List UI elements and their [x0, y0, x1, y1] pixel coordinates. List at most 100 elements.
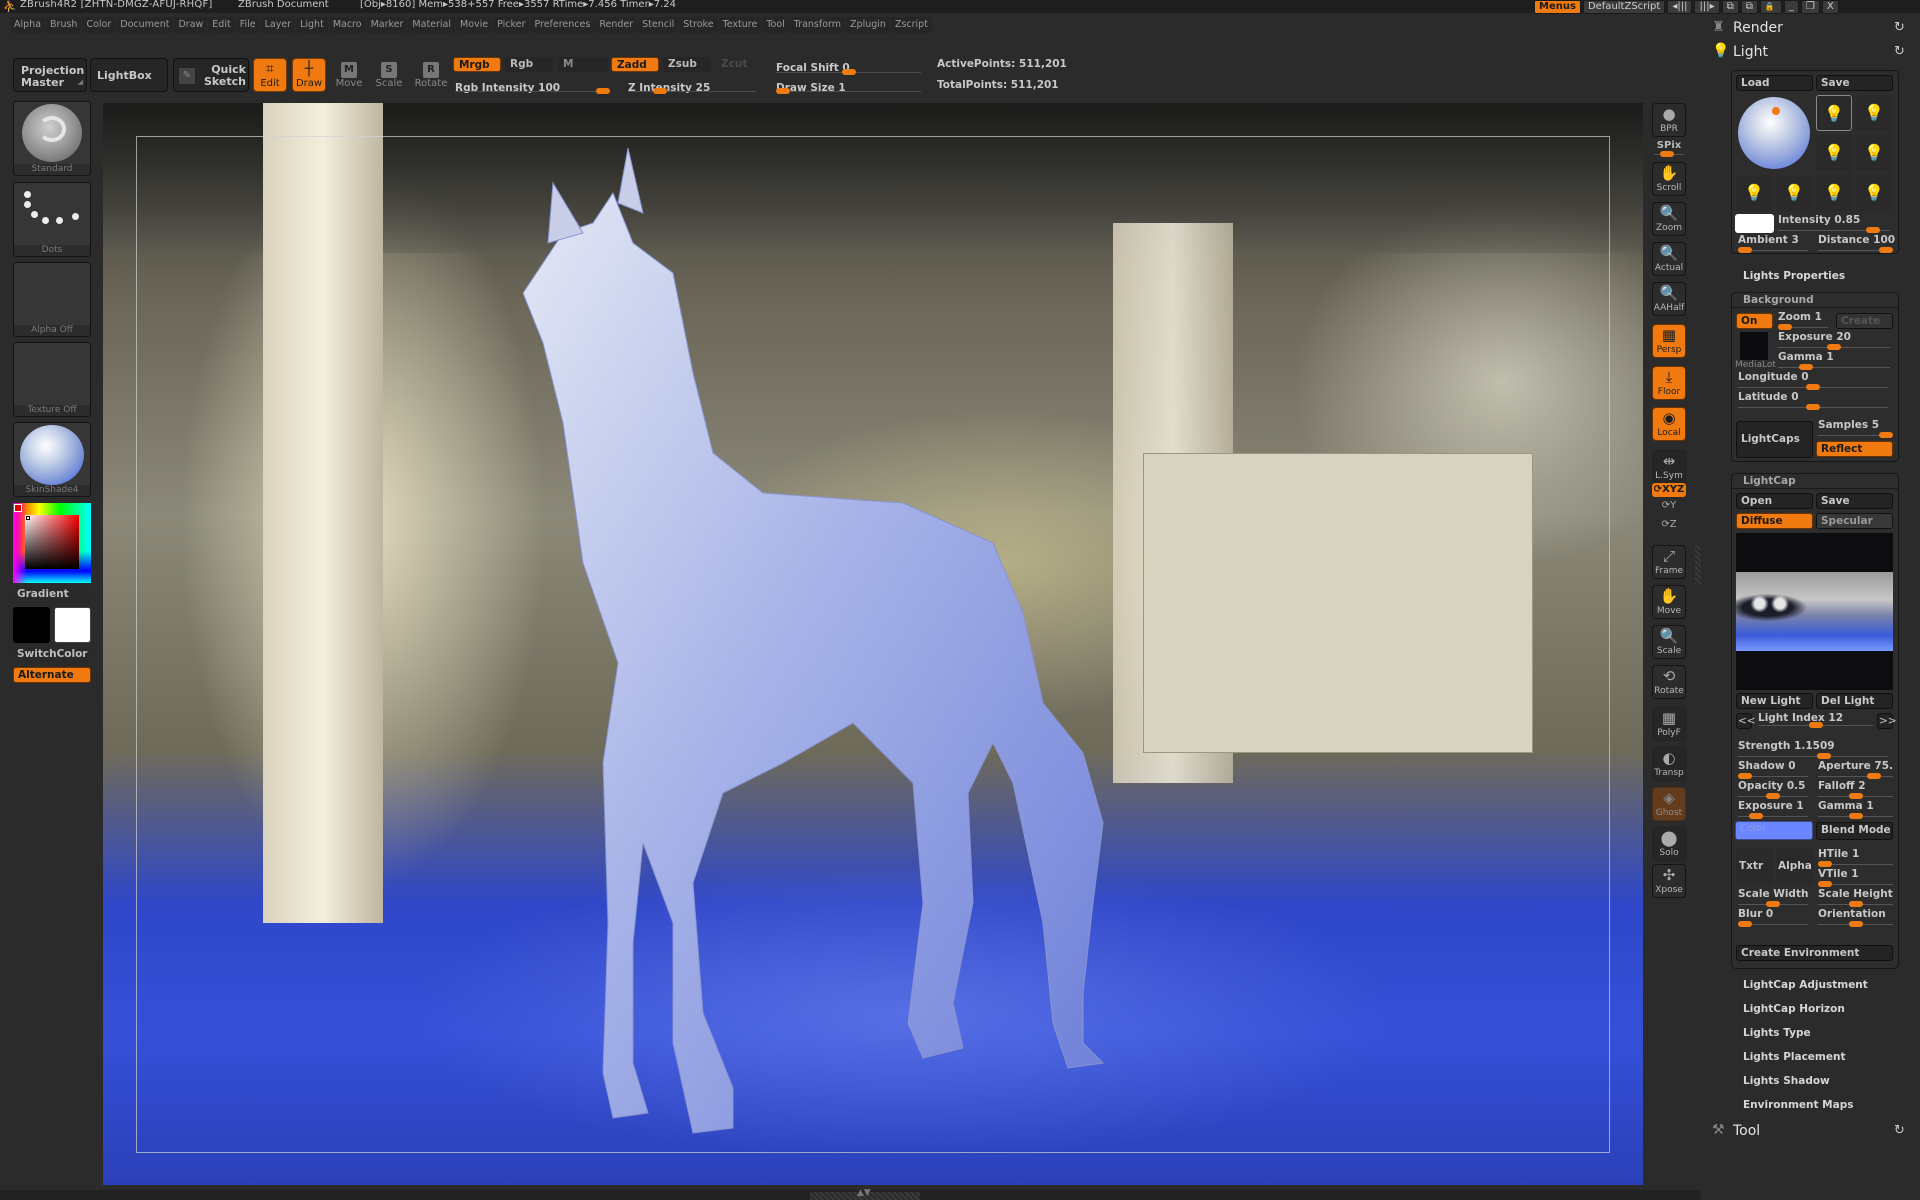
scale-width-slider[interactable]: Scale Width [1738, 888, 1808, 907]
quick-sketch-button[interactable]: ✎ Quick Sketch [173, 58, 249, 92]
create-environment-button[interactable]: Create Environment [1736, 945, 1893, 961]
menu-alpha[interactable]: Alpha [10, 17, 46, 33]
z-rotation-button[interactable]: ⟳Z [1652, 519, 1686, 535]
canvas-viewport[interactable] [103, 103, 1643, 1185]
slider-knob[interactable] [1817, 753, 1832, 759]
z-intensity-slider[interactable]: Z Intensity 25 [628, 76, 756, 96]
light-slot-2[interactable]: 💡 [1856, 95, 1892, 131]
xyz-symmetry-button[interactable]: ⟳XYZ [1652, 483, 1686, 497]
menu-texture[interactable]: Texture [718, 17, 762, 33]
ambient-slider[interactable]: Ambient 3 [1738, 234, 1808, 253]
xpose-button[interactable]: ✣ Xpose [1652, 864, 1686, 898]
persp-button[interactable]: ▦ Persp [1652, 324, 1686, 358]
blur-slider[interactable]: Blur 0 [1738, 908, 1808, 927]
slider-knob[interactable] [1748, 813, 1763, 819]
light-palette-header[interactable]: 💡 Light ↻ [1712, 43, 1912, 63]
light-slot-7[interactable]: 💡 [1816, 175, 1852, 211]
subpalette-lights-placement[interactable]: Lights Placement [1743, 1051, 1846, 1063]
scale-mode-button[interactable]: S Scale [372, 58, 406, 92]
move-button[interactable]: ✋ Move [1652, 585, 1686, 619]
slider-knob[interactable] [1848, 901, 1863, 907]
new-light-button[interactable]: New Light [1736, 693, 1813, 709]
menu-macro[interactable]: Macro [328, 17, 366, 33]
main-color-swatch[interactable] [13, 607, 50, 643]
reset-icon[interactable]: ↻ [1894, 44, 1905, 59]
slider-knob[interactable] [1848, 813, 1863, 819]
specular-toggle[interactable]: Specular [1816, 513, 1893, 529]
local-button[interactable]: ◉ Local [1652, 407, 1686, 441]
zoom-button[interactable]: 🔍 Zoom [1652, 202, 1686, 236]
menu-stencil[interactable]: Stencil [638, 17, 679, 33]
rgb-intensity-slider[interactable]: Rgb Intensity 100 [455, 76, 610, 96]
menu-layer[interactable]: Layer [260, 17, 296, 33]
brush-selector[interactable]: Standard [13, 101, 91, 176]
blend-mode-button[interactable]: Blend Mode [1816, 822, 1893, 840]
aahalf-button[interactable]: 🔍 AAHalf [1652, 282, 1686, 316]
slider-knob[interactable] [841, 69, 856, 75]
slider-knob[interactable] [1799, 364, 1813, 370]
rgb-toggle[interactable]: Rgb [505, 57, 553, 72]
light-slot-6[interactable]: 💡 [1776, 175, 1812, 211]
shrink-tray-icon[interactable]: ◂||| [1667, 0, 1693, 14]
transp-button[interactable]: ◐ Transp [1652, 747, 1686, 781]
menu-tool[interactable]: Tool [762, 17, 789, 33]
opacity-slider[interactable]: Opacity 0.5 [1738, 780, 1808, 799]
lights-properties-subpalette[interactable]: Lights Properties [1743, 270, 1845, 282]
edit-button[interactable]: ⌗ Edit [253, 58, 287, 92]
ghost-button[interactable]: ◈ Ghost [1652, 787, 1686, 821]
slider-knob[interactable] [1818, 881, 1832, 887]
slider-knob[interactable] [1848, 793, 1863, 799]
floor-button[interactable]: ⤓ Floor [1652, 366, 1686, 400]
lightcaps-button[interactable]: LightCaps [1736, 421, 1813, 458]
previous-light-button[interactable]: << [1736, 713, 1756, 729]
tool-palette-header[interactable]: ⚒ Tool ↻ [1712, 1122, 1912, 1142]
bpr-button[interactable]: ● BPR [1652, 103, 1686, 137]
slider-knob[interactable] [1806, 384, 1820, 390]
slider-knob[interactable] [1827, 344, 1841, 350]
scroll-button[interactable]: ✋ Scroll [1652, 162, 1686, 196]
menu-stroke[interactable]: Stroke [679, 17, 718, 33]
reset-icon[interactable]: ↻ [1894, 20, 1905, 35]
diffuse-toggle[interactable]: Diffuse [1736, 513, 1813, 529]
slider-knob[interactable] [596, 88, 610, 94]
menu-file[interactable]: File [235, 17, 260, 33]
reflect-toggle[interactable]: Reflect [1816, 441, 1893, 457]
slider-knob[interactable] [1806, 404, 1820, 410]
color-picker[interactable] [13, 503, 91, 583]
subpalette-lights-shadow[interactable]: Lights Shadow [1743, 1075, 1830, 1087]
restore-button[interactable]: ❐ [1800, 0, 1820, 14]
subpalette-lightcap-horizon[interactable]: LightCap Horizon [1743, 1003, 1845, 1015]
reset-icon[interactable]: ↻ [1894, 1123, 1905, 1138]
background-title[interactable]: Background [1743, 294, 1814, 306]
focal-shift-slider[interactable]: Focal Shift 0 [776, 56, 921, 76]
actual-button[interactable]: 🔍 Actual [1652, 242, 1686, 276]
background-gamma-slider[interactable]: Gamma 1 [1778, 351, 1890, 370]
falloff-slider[interactable]: Falloff 2 [1818, 780, 1893, 799]
stroke-selector[interactable]: Dots [13, 182, 91, 257]
light-slot-4[interactable]: 💡 [1856, 135, 1892, 171]
render-palette-header[interactable]: ♜ Render ↻ [1712, 19, 1912, 39]
solo-button[interactable]: ⬤ Solo [1652, 827, 1686, 861]
background-zoom-slider[interactable]: Zoom 1 [1778, 311, 1828, 330]
mrgb-toggle[interactable]: Mrgb [453, 57, 501, 72]
background-create-button[interactable]: Create [1836, 313, 1893, 329]
m-toggle[interactable]: M [558, 57, 608, 72]
saturation-value-square[interactable] [25, 515, 79, 569]
secondary-color-swatch[interactable] [54, 607, 91, 643]
menu-draw[interactable]: Draw [174, 17, 208, 33]
lightcap-open-button[interactable]: Open [1736, 493, 1813, 509]
menu-marker[interactable]: Marker [366, 17, 408, 33]
layout-right-icon[interactable]: ⧉ [1740, 0, 1758, 14]
light-color-swatch[interactable] [1735, 214, 1774, 233]
light-slot-8[interactable]: 💡 [1856, 175, 1892, 211]
light-slot-5[interactable]: 💡 [1736, 175, 1772, 211]
zcut-toggle[interactable]: Zcut [716, 57, 756, 72]
menu-movie[interactable]: Movie [456, 17, 493, 33]
gradient-button[interactable]: Gradient [13, 587, 91, 603]
lightcap-preview[interactable] [1736, 533, 1893, 690]
menu-transform[interactable]: Transform [789, 17, 846, 33]
scale-button[interactable]: 🔍 Scale [1652, 625, 1686, 659]
frame-button[interactable]: ⤢ Frame [1652, 545, 1686, 579]
slider-knob[interactable] [1818, 861, 1832, 867]
minimize-button[interactable]: _ [1783, 0, 1799, 14]
